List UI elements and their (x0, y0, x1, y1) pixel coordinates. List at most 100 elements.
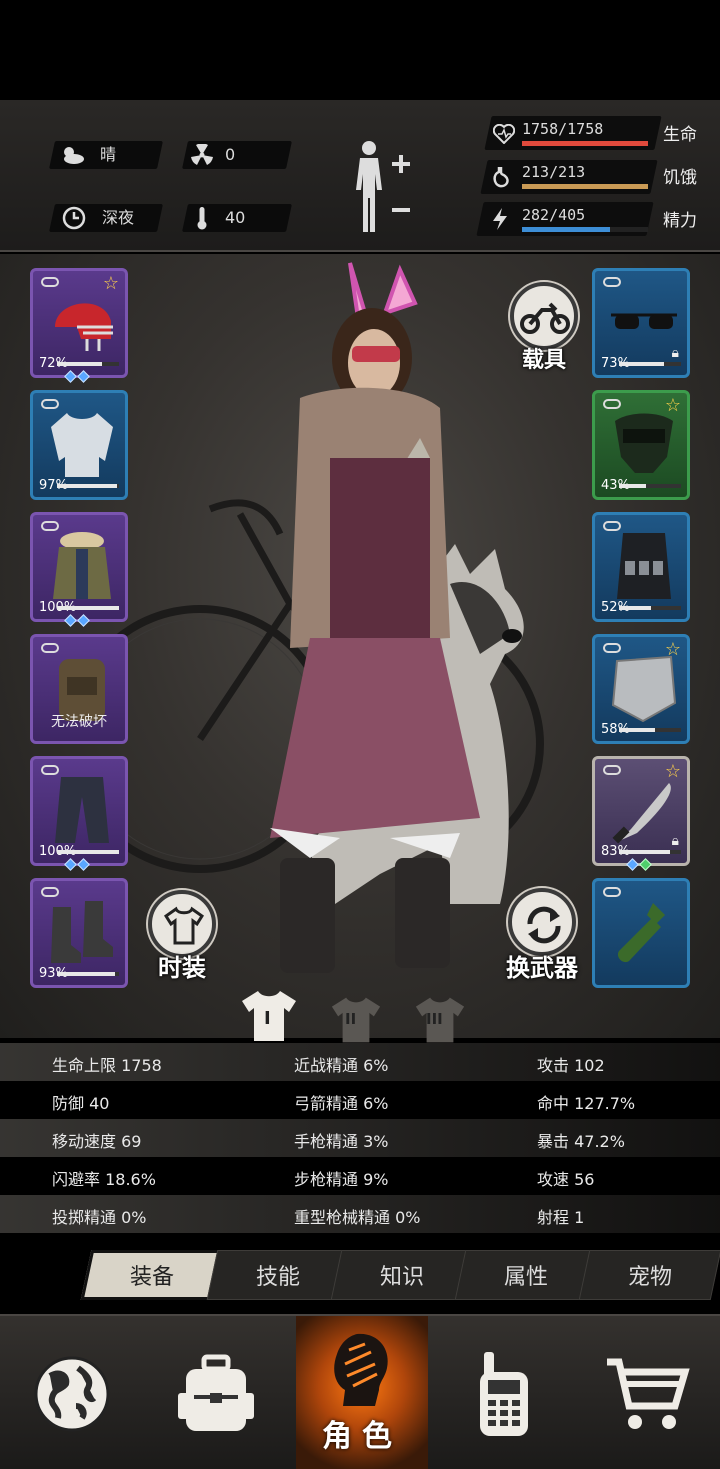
left-slot-jacket[interactable]: 100% (30, 512, 128, 622)
radio-icon (480, 1351, 528, 1436)
gem-icon (64, 858, 77, 871)
durability-fill (619, 728, 655, 732)
health-text: 1758/1758 (522, 120, 604, 138)
link-icon (603, 887, 621, 897)
tab-pets-label: 宠物 (627, 1265, 672, 1290)
tab-skills[interactable]: 技能 (206, 1250, 350, 1300)
cloud-sun-icon (58, 141, 86, 169)
durability-note: 无法破坏 (51, 714, 107, 730)
left-slot-pants[interactable]: 100% (30, 756, 128, 866)
energy-text: 282/405 (522, 206, 586, 224)
durability-fill (619, 606, 652, 610)
durability-fill (57, 606, 119, 610)
stats-row: 防御 40 弓箭精通 6% 命中 127.7% (0, 1081, 720, 1119)
health-bar: 1758/1758 (522, 118, 652, 148)
status-panel: 晴 0 深夜 40 1758/1758 生命 213/213 饥饿 282/40… (0, 100, 720, 252)
tab-pets[interactable]: 宠物 (578, 1250, 720, 1300)
stat-value: 射程 1 (537, 1208, 585, 1227)
outfit-slot-1[interactable]: I (240, 988, 298, 1044)
switch-weapon-label: 换武器 (506, 954, 578, 982)
gem-icon (626, 858, 639, 871)
energy-bar: 282/405 (522, 204, 652, 234)
stats-row: 投掷精通 0% 重型枪械精通 0% 射程 1 (0, 1195, 720, 1233)
outfit-slot-2[interactable]: II (327, 992, 385, 1048)
link-icon (41, 887, 59, 897)
parka-icon (47, 531, 117, 601)
hunger-fill (522, 184, 648, 189)
right-slot-shield[interactable]: ☆ 58% (592, 634, 690, 744)
stats-row: 闪避率 18.6% 步枪精通 9% 攻速 56 (0, 1157, 720, 1195)
gem-icon (77, 614, 90, 627)
nav-radio[interactable] (432, 1316, 576, 1469)
nav-world-map[interactable] (0, 1316, 144, 1469)
temperature-value: 40 (225, 208, 246, 227)
durability-fill (619, 850, 671, 854)
left-slot-backpack[interactable]: 无法破坏 (30, 634, 128, 744)
outfit-3-label: III (426, 1010, 443, 1028)
top-black-bar (0, 0, 720, 100)
stat-value: 近战精通 6% (294, 1056, 389, 1075)
gem-icon (639, 858, 652, 871)
shield-icon (609, 653, 679, 723)
left-slot-boots[interactable]: 93% (30, 878, 128, 988)
character-illustration (270, 262, 480, 973)
lightning-icon (486, 205, 514, 233)
right-slot-molotov[interactable] (592, 878, 690, 988)
tab-attributes-label: 属性 (503, 1265, 548, 1290)
durability-bar (619, 728, 681, 732)
link-icon (41, 399, 59, 409)
radiation-icon (188, 141, 216, 169)
thermometer-icon (188, 204, 216, 232)
body-figure-icon (356, 141, 410, 232)
gas-mask-icon (609, 409, 679, 479)
time-text: 深夜 (102, 208, 135, 227)
tab-equipment-label: 装备 (129, 1265, 174, 1290)
energy-fill (522, 227, 610, 232)
vehicle-label: 载具 (522, 348, 567, 373)
link-icon (603, 399, 621, 409)
tab-knowledge[interactable]: 知识 (330, 1250, 474, 1300)
durability-bar (619, 606, 681, 610)
link-icon (41, 521, 59, 531)
gem-sockets (64, 858, 90, 871)
heart-icon (490, 120, 518, 148)
durability-bar (57, 972, 119, 976)
tab-attributes[interactable]: 属性 (454, 1250, 598, 1300)
stats-row: 移动速度 69 手枪精通 3% 暴击 47.2% (0, 1119, 720, 1157)
bottom-nav: 角色 (0, 1314, 720, 1469)
right-slot-mask[interactable]: ☆ 43% (592, 390, 690, 500)
gem-sockets (64, 614, 90, 627)
right-slot-vest[interactable]: 52% (592, 512, 690, 622)
tab-skills-label: 技能 (255, 1265, 300, 1290)
stat-value: 闪避率 18.6% (52, 1170, 156, 1189)
tab-bar: 装备 技能 知识 属性 宠物 (78, 1250, 720, 1302)
pants-icon (47, 775, 117, 845)
stat-value: 攻速 56 (537, 1170, 595, 1189)
gem-icon (77, 858, 90, 871)
durability-fill (57, 850, 119, 854)
nav-character[interactable]: 角色 (296, 1316, 428, 1469)
left-slot-shirt[interactable]: 97% (30, 390, 128, 500)
nav-shop[interactable] (576, 1316, 720, 1469)
left-slot-helmet[interactable]: ☆ 72% (30, 268, 128, 378)
gem-icon (64, 614, 77, 627)
clock-icon (60, 204, 88, 232)
hunger-bar: 213/213 (522, 161, 652, 191)
stat-value: 命中 127.7% (537, 1094, 636, 1113)
stats-row: 生命上限 1758 近战精通 6% 攻击 102 (0, 1043, 720, 1081)
durability-fill (57, 972, 115, 976)
health-fill (522, 141, 648, 146)
right-slot-machete[interactable]: ☆ 83% 🔒︎ (592, 756, 690, 866)
health-label: 生命 (663, 125, 697, 145)
right-slot-glasses[interactable]: 73% 🔒︎ (592, 268, 690, 378)
stat-value: 移动速度 69 (52, 1132, 142, 1151)
tab-equipment[interactable]: 装备 (80, 1250, 224, 1300)
durability-bar (619, 850, 681, 854)
lock-icon: 🔒︎ (671, 345, 679, 361)
nav-backpack[interactable] (144, 1316, 288, 1469)
stats-table: 生命上限 1758 近战精通 6% 攻击 102 防御 40 弓箭精通 6% 命中 127… (0, 1043, 720, 1235)
body-status-button[interactable] (348, 138, 418, 236)
durability-bar (57, 484, 119, 488)
outfit-slot-3[interactable]: III (411, 992, 469, 1048)
machete-icon (609, 775, 679, 845)
